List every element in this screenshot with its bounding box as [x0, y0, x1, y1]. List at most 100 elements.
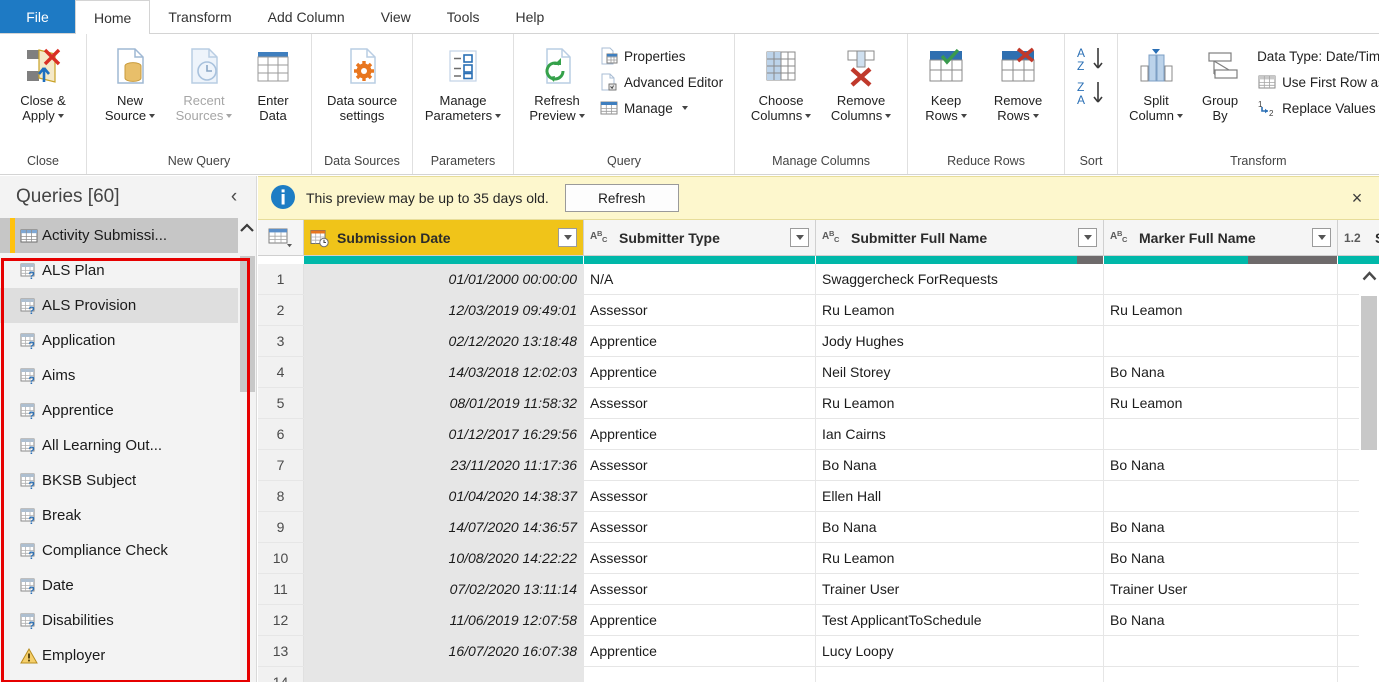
recent-sources-button[interactable]: Recent Sources — [167, 38, 241, 123]
chevron-down-icon[interactable] — [805, 114, 812, 119]
chevron-down-icon[interactable] — [149, 114, 156, 119]
enter-data-button[interactable]: Enter Data — [241, 38, 305, 123]
table-cell[interactable]: 16/07/2020 16:07:38 — [304, 636, 584, 666]
query-list-item[interactable]: ? Apprentice — [0, 393, 256, 428]
table-cell[interactable] — [1104, 326, 1338, 356]
chevron-down-icon[interactable] — [578, 114, 585, 119]
table-cell[interactable]: Assessor — [584, 295, 816, 325]
table-cell[interactable]: Apprentice — [584, 636, 816, 666]
manage-parameters-button[interactable]: Manage Parameters — [419, 38, 507, 123]
remove-columns-button[interactable]: Remove Columns — [821, 38, 901, 123]
table-row[interactable]: 3 02/12/2020 13:18:48 Apprentice Jody Hughe… — [258, 326, 1379, 357]
query-list-item[interactable]: ? ALS Plan — [0, 253, 256, 288]
tab-file[interactable]: File — [0, 0, 75, 33]
table-cell[interactable]: Assessor — [584, 388, 816, 418]
table-cell[interactable]: 11/06/2019 12:07:58 — [304, 605, 584, 635]
chevron-down-icon[interactable] — [1032, 114, 1039, 119]
table-row[interactable]: 8 01/04/2020 14:38:37 Assessor Ellen Hall — [258, 481, 1379, 512]
table-cell[interactable]: Bo Nana — [1104, 450, 1338, 480]
table-row[interactable]: 7 23/11/2020 11:17:36 Assessor Bo Nana Bo Na… — [258, 450, 1379, 481]
split-column-button[interactable]: Split Column — [1124, 38, 1188, 123]
close-icon[interactable]: × — [1345, 186, 1369, 210]
query-list-item[interactable]: ? Application — [0, 323, 256, 358]
query-list-item[interactable]: Activity Submissi... — [0, 218, 256, 253]
keep-rows-button[interactable]: Keep Rows — [914, 38, 978, 123]
table-row[interactable]: 6 01/12/2017 16:29:56 Apprentice Ian Cairns — [258, 419, 1379, 450]
chevron-down-icon[interactable] — [57, 114, 64, 119]
table-row[interactable]: 13 16/07/2020 16:07:38 Apprentice Lucy Loop… — [258, 636, 1379, 667]
table-cell[interactable] — [816, 667, 1104, 682]
table-cell[interactable]: Trainer User — [1104, 574, 1338, 604]
table-row[interactable]: 1 01/01/2000 00:00:00 N/A Swaggercheck ForR… — [258, 264, 1379, 295]
chevron-down-icon[interactable] — [495, 114, 502, 119]
tab-view[interactable]: View — [363, 0, 429, 33]
refresh-button[interactable]: Refresh — [564, 184, 679, 212]
tab-tools[interactable]: Tools — [429, 0, 498, 33]
column-filter-button[interactable] — [1312, 228, 1331, 247]
table-cell[interactable]: N/A — [584, 264, 816, 294]
table-cell[interactable]: 07/02/2020 13:11:14 — [304, 574, 584, 604]
table-cell[interactable] — [1104, 264, 1338, 294]
query-list-item[interactable]: ? BKSB Subject — [0, 463, 256, 498]
table-cell[interactable]: Assessor — [584, 574, 816, 604]
table-cell[interactable]: Apprentice — [584, 419, 816, 449]
table-cell[interactable]: Neil Storey — [816, 357, 1104, 387]
table-row[interactable]: 12 11/06/2019 12:07:58 Apprentice Test Appl… — [258, 605, 1379, 636]
scroll-up-icon[interactable] — [1359, 264, 1379, 288]
collapse-pane-icon[interactable]: ‹ — [224, 186, 244, 208]
table-cell[interactable]: 14/07/2020 14:36:57 — [304, 512, 584, 542]
table-cell[interactable] — [584, 667, 816, 682]
queries-scrollbar-thumb[interactable] — [240, 256, 255, 392]
tab-help[interactable]: Help — [497, 0, 562, 33]
table-cell[interactable]: Assessor — [584, 450, 816, 480]
table-row[interactable]: 10 10/08/2020 14:22:22 Assessor Ru Leamon Bo… — [258, 543, 1379, 574]
table-row[interactable]: 5 08/01/2019 11:58:32 Assessor Ru Leamon Ru … — [258, 388, 1379, 419]
query-list-item[interactable]: ? Date — [0, 568, 256, 603]
table-cell[interactable]: 08/01/2019 11:58:32 — [304, 388, 584, 418]
table-cell[interactable]: Ian Cairns — [816, 419, 1104, 449]
table-row[interactable]: 9 14/07/2020 14:36:57 Assessor Bo Nana Bo Na… — [258, 512, 1379, 543]
column-header[interactable]: A B C Submitter Type — [584, 220, 816, 255]
table-cell[interactable]: Apprentice — [584, 326, 816, 356]
choose-columns-button[interactable]: Choose Columns — [741, 38, 821, 123]
query-list-item[interactable]: ? Break — [0, 498, 256, 533]
query-list-item[interactable]: ? Disabilities — [0, 603, 256, 638]
query-list-item[interactable]: Employer — [0, 638, 256, 673]
table-cell[interactable]: Bo Nana — [816, 512, 1104, 542]
close-and-apply-button[interactable]: Close & Apply — [6, 38, 80, 123]
table-cell[interactable]: Assessor — [584, 481, 816, 511]
query-list-item[interactable]: ? All Learning Out... — [0, 428, 256, 463]
table-cell[interactable]: Bo Nana — [1104, 543, 1338, 573]
column-header[interactable]: 1.2 Subm — [1338, 220, 1379, 255]
tab-transform[interactable]: Transform — [150, 0, 249, 33]
data-type-button[interactable]: Data Type: Date/Time — [1252, 43, 1379, 69]
table-cell[interactable]: Bo Nana — [1104, 605, 1338, 635]
table-cell[interactable] — [304, 667, 584, 682]
table-cell[interactable]: 01/12/2017 16:29:56 — [304, 419, 584, 449]
refresh-preview-button[interactable]: Refresh Preview — [520, 38, 594, 123]
manage-button[interactable]: Manage — [594, 95, 728, 121]
tab-home[interactable]: Home — [75, 0, 151, 34]
table-cell[interactable]: 23/11/2020 11:17:36 — [304, 450, 584, 480]
properties-button[interactable]: Properties — [594, 43, 728, 69]
query-list-item[interactable]: ? Aims — [0, 358, 256, 393]
table-cell[interactable]: 01/01/2000 00:00:00 — [304, 264, 584, 294]
table-cell[interactable]: Bo Nana — [1104, 357, 1338, 387]
table-cell[interactable]: Apprentice — [584, 357, 816, 387]
chevron-down-icon[interactable] — [885, 114, 892, 119]
column-header[interactable]: A B C Submitter Full Name — [816, 220, 1104, 255]
table-cell[interactable]: Ru Leamon — [1104, 388, 1338, 418]
table-cell[interactable]: Apprentice — [584, 605, 816, 635]
column-filter-button[interactable] — [790, 228, 809, 247]
query-list-item[interactable]: ? Compliance Check — [0, 533, 256, 568]
table-cell[interactable]: Assessor — [584, 512, 816, 542]
chevron-down-icon[interactable] — [1176, 114, 1183, 119]
table-cell[interactable] — [1104, 636, 1338, 666]
queries-scrollbar[interactable] — [238, 218, 256, 682]
chevron-down-icon[interactable] — [226, 114, 233, 119]
table-cell[interactable] — [1104, 419, 1338, 449]
scroll-up-icon[interactable] — [238, 218, 256, 238]
column-header[interactable]: A B C Marker Full Name — [1104, 220, 1338, 255]
column-filter-button[interactable] — [558, 228, 577, 247]
table-cell[interactable]: Jody Hughes — [816, 326, 1104, 356]
